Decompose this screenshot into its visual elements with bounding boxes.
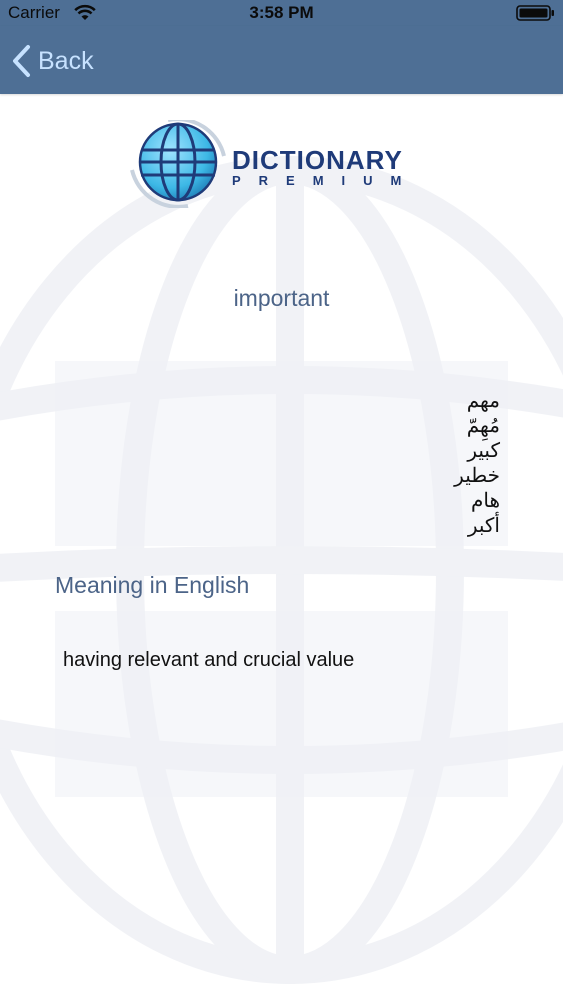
chevron-left-icon bbox=[13, 45, 30, 77]
translation-list: مهم مُهِمّ كبير خطير هام أكبر bbox=[454, 389, 500, 539]
back-button[interactable]: Back bbox=[10, 43, 94, 79]
meaning-heading: Meaning in English bbox=[55, 572, 250, 598]
battery-icon bbox=[516, 5, 554, 21]
translation-item: مهم bbox=[466, 390, 500, 412]
navigation-bar: Back bbox=[0, 26, 563, 94]
translation-item: كبير bbox=[467, 440, 500, 462]
logo-title: DICTIONARY bbox=[232, 145, 403, 175]
logo-subtitle: PREMIUM bbox=[232, 173, 420, 188]
background-globe-watermark bbox=[0, 156, 563, 984]
clock: 3:58 PM bbox=[249, 3, 314, 22]
translation-item: خطير bbox=[454, 465, 500, 487]
search-word: important bbox=[233, 285, 330, 311]
status-bar: Carrier 3:58 PM bbox=[0, 0, 563, 26]
meaning-text: having relevant and crucial value bbox=[63, 649, 355, 671]
translation-item: أكبر bbox=[467, 515, 500, 537]
translation-item: هام bbox=[470, 490, 500, 512]
translation-box: مهم مُهِمّ كبير خطير هام أكبر bbox=[55, 361, 508, 546]
translation-item: مُهِمّ bbox=[466, 415, 500, 437]
back-label: Back bbox=[38, 46, 94, 75]
meaning-box: having relevant and crucial value bbox=[55, 611, 508, 797]
